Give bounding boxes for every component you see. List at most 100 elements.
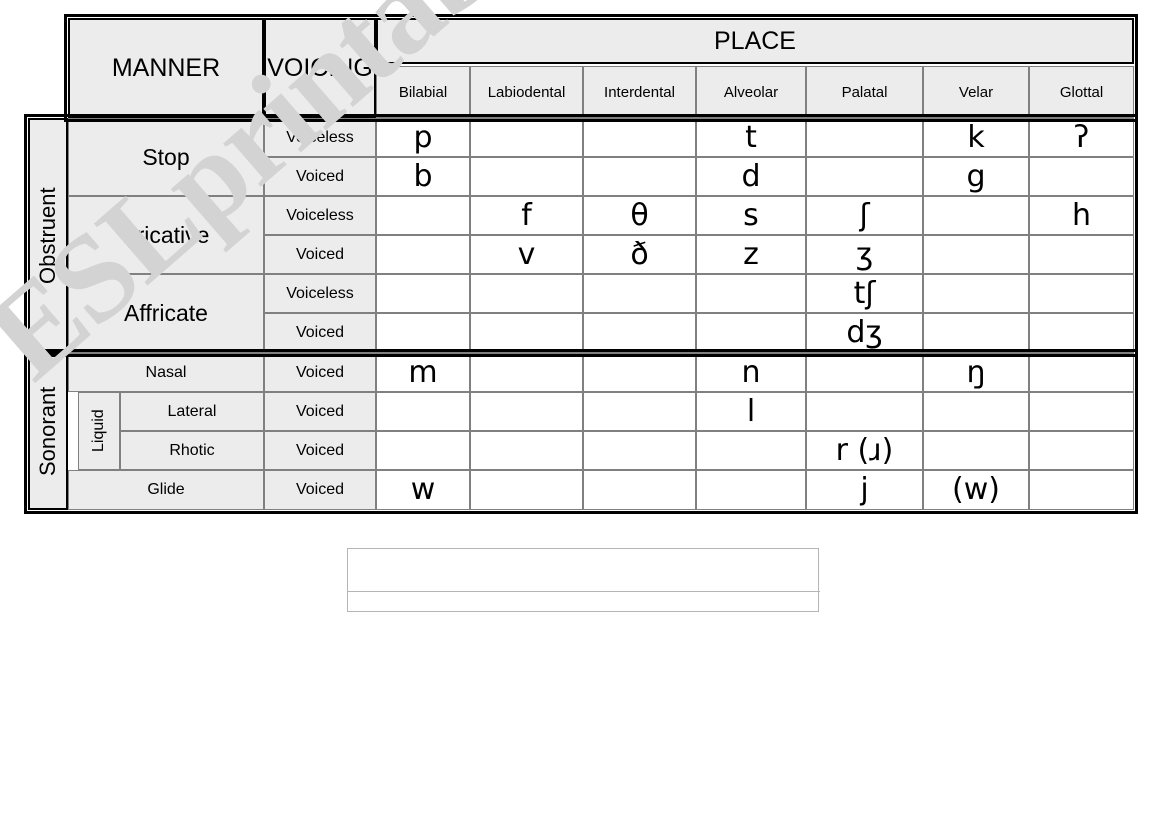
consonant-cell[interactable]: g bbox=[923, 157, 1029, 196]
consonant-cell[interactable] bbox=[696, 470, 806, 510]
consonant-cell[interactable] bbox=[1029, 274, 1134, 313]
consonant-cell[interactable]: b bbox=[376, 157, 470, 196]
consonant-cell[interactable] bbox=[470, 353, 583, 392]
voicing-cell-row-3: Voiceless bbox=[264, 196, 376, 235]
consonant-cell[interactable] bbox=[470, 392, 583, 431]
consonant-cell[interactable] bbox=[470, 313, 583, 353]
header-place-bilabial: Bilabial bbox=[376, 66, 470, 118]
consonant-cell[interactable]: l bbox=[696, 392, 806, 431]
consonant-cell[interactable]: j bbox=[806, 470, 923, 510]
consonant-cell[interactable] bbox=[923, 392, 1029, 431]
consonant-cell[interactable] bbox=[583, 392, 696, 431]
consonant-cell[interactable] bbox=[583, 157, 696, 196]
voicing-cell-row-9: Voiced bbox=[264, 431, 376, 470]
consonant-cell[interactable] bbox=[376, 313, 470, 353]
consonant-cell[interactable] bbox=[470, 431, 583, 470]
consonant-cell[interactable]: ʃ bbox=[806, 196, 923, 235]
header-place: PLACE bbox=[376, 18, 1134, 64]
consonant-cell[interactable] bbox=[583, 313, 696, 353]
header-place-alveolar: Alveolar bbox=[696, 66, 806, 118]
consonant-cell[interactable]: tʃ bbox=[806, 274, 923, 313]
voicing-cell-row-4: Voiced bbox=[264, 235, 376, 274]
manner-label-rhotic: Rhotic bbox=[120, 431, 264, 470]
consonant-cell[interactable] bbox=[376, 392, 470, 431]
consonant-cell[interactable]: d bbox=[696, 157, 806, 196]
consonant-cell[interactable] bbox=[470, 157, 583, 196]
header-place-glottal: Glottal bbox=[1029, 66, 1134, 118]
header-voicing: VOICING bbox=[264, 18, 376, 118]
consonant-cell[interactable]: k bbox=[923, 118, 1029, 157]
consonant-cell[interactable] bbox=[923, 313, 1029, 353]
consonant-cell[interactable] bbox=[1029, 392, 1134, 431]
consonant-cell[interactable] bbox=[1029, 157, 1134, 196]
consonant-cell[interactable]: ð bbox=[583, 235, 696, 274]
consonant-cell[interactable]: ʒ bbox=[806, 235, 923, 274]
consonant-cell[interactable]: z bbox=[696, 235, 806, 274]
consonant-cell[interactable]: s bbox=[696, 196, 806, 235]
group-label-obstruent: Obstruent bbox=[28, 118, 68, 353]
consonant-cell[interactable] bbox=[923, 235, 1029, 274]
consonant-cell[interactable] bbox=[583, 118, 696, 157]
manner-label-fricative: Fricative bbox=[68, 196, 264, 274]
consonant-cell[interactable] bbox=[1029, 470, 1134, 510]
consonant-cell[interactable] bbox=[470, 274, 583, 313]
consonant-cell[interactable] bbox=[923, 431, 1029, 470]
consonant-cell[interactable] bbox=[806, 392, 923, 431]
manner-label-affricate: Affricate bbox=[68, 274, 264, 353]
consonant-cell[interactable]: n bbox=[696, 353, 806, 392]
voicing-cell-row-10: Voiced bbox=[264, 470, 376, 510]
manner-label-nasal: Nasal bbox=[68, 353, 264, 392]
consonant-cell[interactable] bbox=[1029, 353, 1134, 392]
consonant-cell[interactable] bbox=[806, 353, 923, 392]
voicing-cell-row-2: Voiced bbox=[264, 157, 376, 196]
consonant-cell[interactable] bbox=[470, 118, 583, 157]
consonant-cell[interactable]: (w) bbox=[923, 470, 1029, 510]
header-place-velar: Velar bbox=[923, 66, 1029, 118]
consonant-cell[interactable]: dʒ bbox=[806, 313, 923, 353]
consonant-cell[interactable] bbox=[806, 118, 923, 157]
consonant-cell[interactable]: v bbox=[470, 235, 583, 274]
consonant-cell[interactable] bbox=[376, 274, 470, 313]
manner-label-glide: Glide bbox=[68, 470, 264, 510]
voicing-cell-row-7: Voiced bbox=[264, 353, 376, 392]
consonant-cell[interactable]: w bbox=[376, 470, 470, 510]
consonant-cell[interactable] bbox=[696, 313, 806, 353]
consonant-cell[interactable]: h bbox=[1029, 196, 1134, 235]
consonant-cell[interactable]: ʔ bbox=[1029, 118, 1134, 157]
worksheet-page: ESLprintables.com MANNER VOICING PLACE B… bbox=[0, 0, 1169, 821]
consonant-cell[interactable] bbox=[696, 431, 806, 470]
consonant-cell[interactable]: r (ɹ) bbox=[806, 431, 923, 470]
consonant-cell[interactable] bbox=[696, 274, 806, 313]
manner-label-lateral: Lateral bbox=[120, 392, 264, 431]
header-place-palatal: Palatal bbox=[806, 66, 923, 118]
consonant-cell[interactable]: p bbox=[376, 118, 470, 157]
voicing-cell-row-6: Voiced bbox=[264, 313, 376, 353]
consonant-cell[interactable]: t bbox=[696, 118, 806, 157]
header-place-interdental: Interdental bbox=[583, 66, 696, 118]
consonant-cell[interactable] bbox=[376, 196, 470, 235]
consonant-cell[interactable] bbox=[583, 353, 696, 392]
consonant-cell[interactable] bbox=[376, 431, 470, 470]
consonant-cell[interactable] bbox=[923, 196, 1029, 235]
consonant-cell[interactable] bbox=[1029, 313, 1134, 353]
consonant-cell[interactable]: m bbox=[376, 353, 470, 392]
consonant-cell[interactable]: ŋ bbox=[923, 353, 1029, 392]
consonant-cell[interactable] bbox=[583, 470, 696, 510]
consonant-cell[interactable]: θ bbox=[583, 196, 696, 235]
consonant-cell[interactable] bbox=[1029, 235, 1134, 274]
notes-box[interactable] bbox=[347, 548, 820, 612]
consonant-cell[interactable] bbox=[923, 274, 1029, 313]
header-manner: MANNER bbox=[68, 18, 264, 118]
manner-label-stop: Stop bbox=[68, 118, 264, 196]
consonant-cell[interactable]: f bbox=[470, 196, 583, 235]
consonant-cell[interactable] bbox=[583, 274, 696, 313]
consonant-cell[interactable] bbox=[376, 235, 470, 274]
consonant-cell[interactable] bbox=[470, 470, 583, 510]
consonant-cell[interactable] bbox=[806, 157, 923, 196]
consonant-cell[interactable] bbox=[1029, 431, 1134, 470]
voicing-cell-row-5: Voiceless bbox=[264, 274, 376, 313]
voicing-cell-row-1: Voiceless bbox=[264, 118, 376, 157]
consonant-cell[interactable] bbox=[583, 431, 696, 470]
group-label-sonorant: Sonorant bbox=[28, 353, 68, 510]
manner-label-liquid: Liquid bbox=[78, 392, 120, 470]
